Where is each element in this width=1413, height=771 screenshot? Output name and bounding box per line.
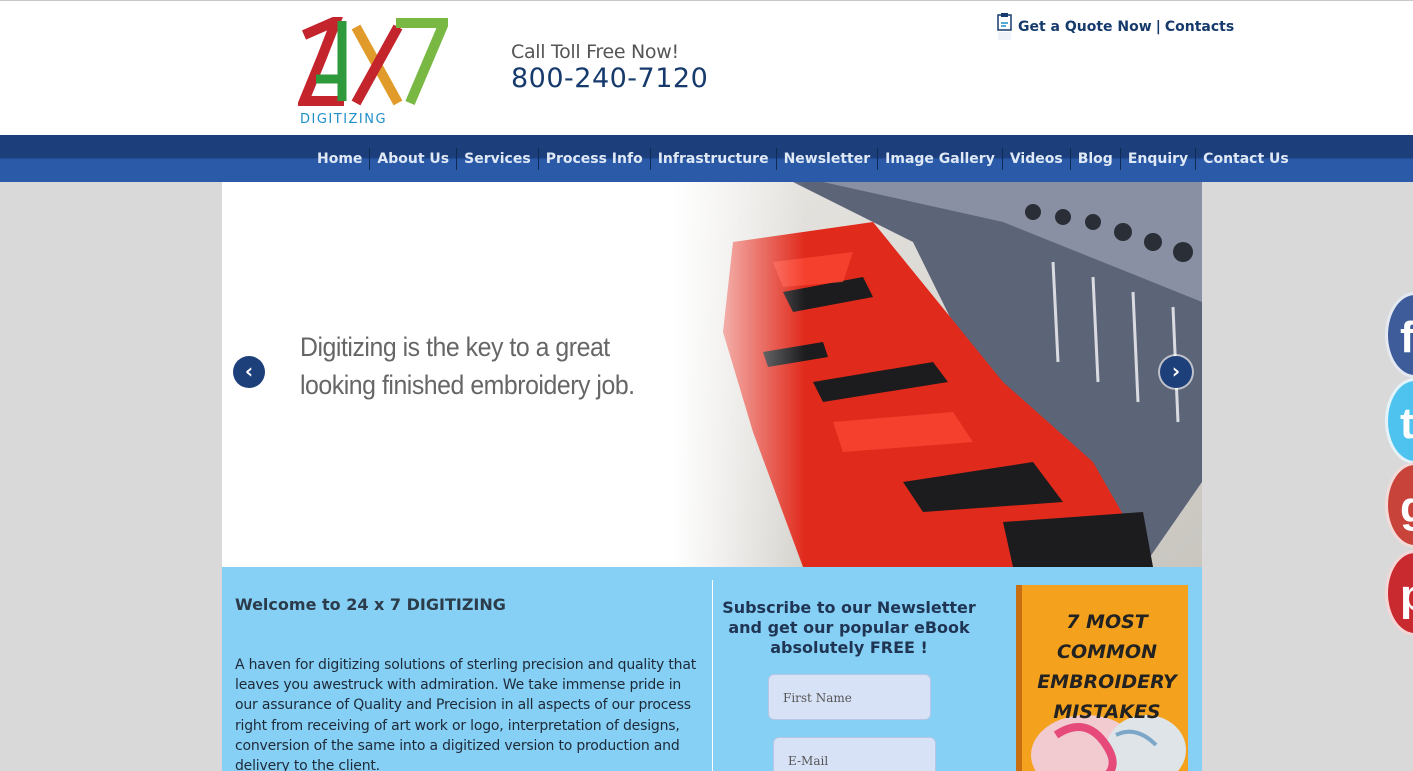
- pinterest-button[interactable]: p: [1385, 550, 1413, 636]
- slide-caption: Digitizing is the key to a great looking…: [300, 328, 635, 404]
- nav-item-contact-us[interactable]: Contact Us: [1196, 148, 1296, 170]
- call-label: Call Toll Free Now!: [511, 41, 679, 63]
- nav-item-home[interactable]: Home: [310, 147, 371, 170]
- ebook-title-line: MISTAKES: [1053, 701, 1161, 723]
- section-divider: [712, 580, 713, 771]
- contacts-link[interactable]: Contacts: [1165, 19, 1234, 35]
- slider-next-button[interactable]: ›: [1160, 356, 1192, 388]
- phone-number[interactable]: 800-240-7120: [511, 63, 708, 94]
- nav-item-process-info[interactable]: Process Info: [539, 147, 651, 170]
- main-navigation: Home About Us Services Process Info Infr…: [0, 135, 1413, 182]
- nav-item-services[interactable]: Services: [457, 147, 539, 170]
- link-separator: |: [1155, 19, 1161, 35]
- slide-caption-line: Digitizing is the key to a great: [300, 332, 610, 362]
- welcome-text: A haven for digitizing solutions of ster…: [235, 657, 697, 771]
- svg-text:DIGITIZING: DIGITIZING: [300, 112, 387, 127]
- newsletter-title: Subscribe to our Newsletter and get our …: [722, 598, 976, 657]
- twitter-icon: t: [1400, 399, 1413, 449]
- hero-slider: Digitizing is the key to a great looking…: [222, 182, 1202, 567]
- twitter-button[interactable]: t: [1385, 378, 1413, 464]
- nav-item-blog[interactable]: Blog: [1071, 147, 1121, 170]
- googleplus-button[interactable]: g+: [1385, 462, 1413, 548]
- site-header: DIGITIZING Call Toll Free Now! 800-240-7…: [0, 0, 1413, 135]
- facebook-icon: f: [1400, 313, 1413, 363]
- slide-caption-line: looking finished embroidery job.: [300, 370, 635, 400]
- site-logo[interactable]: DIGITIZING: [298, 17, 448, 127]
- top-links: Get a Quote Now | Contacts: [996, 11, 1234, 43]
- content-section: Welcome to 24 x 7 DIGITIZING A haven for…: [222, 567, 1202, 771]
- nav-item-infrastructure[interactable]: Infrastructure: [651, 147, 777, 170]
- first-name-field[interactable]: First Name: [768, 674, 931, 720]
- get-quote-link[interactable]: Get a Quote Now: [1018, 19, 1152, 35]
- ebook-title-line: 7 MOST COMMON: [1057, 611, 1157, 663]
- email-field[interactable]: E-Mail: [773, 737, 936, 771]
- googleplus-icon: g+: [1400, 483, 1413, 533]
- slider-prev-button[interactable]: ‹: [233, 356, 265, 388]
- ebook-title-line: EMBROIDERY: [1037, 671, 1177, 693]
- welcome-title: Welcome to 24 x 7 DIGITIZING: [235, 595, 506, 614]
- nav-item-newsletter[interactable]: Newsletter: [777, 147, 879, 170]
- clipboard-icon: [997, 13, 1012, 40]
- ebook-title: 7 MOST COMMON EMBROIDERY MISTAKES: [1022, 607, 1192, 727]
- embroidery-machine-photo: [673, 182, 1202, 567]
- facebook-button[interactable]: f: [1385, 292, 1413, 378]
- nav-item-image-gallery[interactable]: Image Gallery: [878, 147, 1003, 170]
- nav-item-videos[interactable]: Videos: [1003, 147, 1071, 170]
- pinterest-icon: p: [1400, 571, 1413, 621]
- nav-item-enquiry[interactable]: Enquiry: [1121, 147, 1197, 170]
- nav-item-about-us[interactable]: About Us: [370, 147, 458, 170]
